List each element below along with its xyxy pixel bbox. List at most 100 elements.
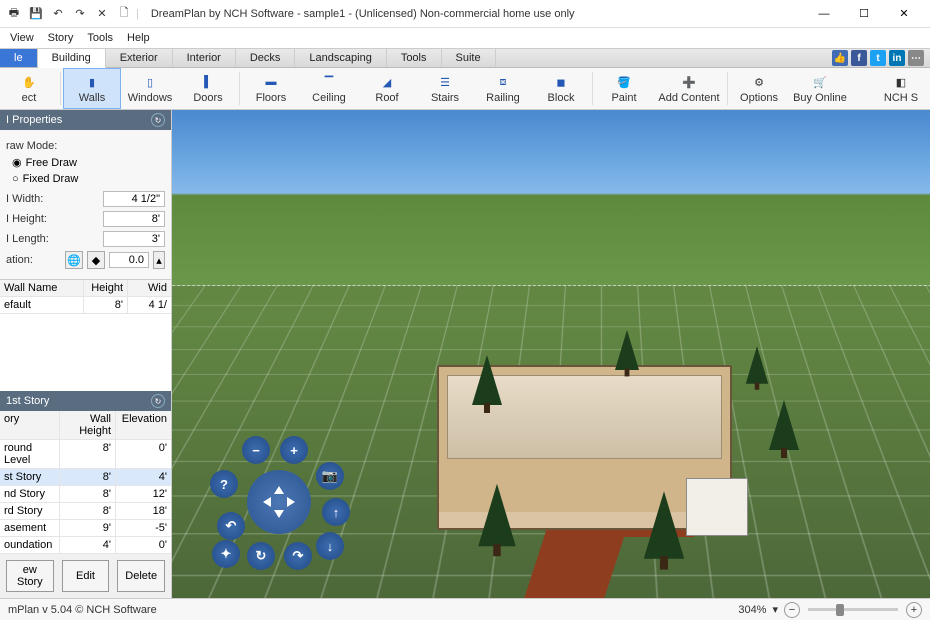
maximize-button[interactable]: ☐ xyxy=(844,2,884,26)
nav-pan-center[interactable] xyxy=(247,470,311,534)
ribbon-stairs[interactable]: ☰ Stairs xyxy=(416,68,474,109)
wall-height-label: I Height: xyxy=(6,213,103,225)
story-row[interactable]: rd Story8'18' xyxy=(0,503,171,520)
facebook-icon[interactable]: f xyxy=(851,50,867,66)
zoom-slider[interactable] xyxy=(808,608,898,611)
ribbon-roof[interactable]: ◢ Roof xyxy=(358,68,416,109)
zoom-dropdown-icon[interactable]: ▾ xyxy=(772,603,778,616)
nav-zoom-out-icon[interactable]: − xyxy=(242,436,270,464)
tab-file[interactable]: le xyxy=(0,49,38,67)
delete-story-button[interactable]: Delete xyxy=(117,560,165,592)
menu-view[interactable]: View xyxy=(10,32,34,44)
cart-icon: 🛒 xyxy=(810,73,830,91)
menu-tools[interactable]: Tools xyxy=(87,32,113,44)
ribbon-options[interactable]: ⚙ Options xyxy=(730,68,788,109)
rotation-input[interactable] xyxy=(109,252,149,268)
save-icon[interactable]: 💾 xyxy=(28,6,44,22)
ribbon-paint-label: Paint xyxy=(611,92,636,104)
tab-decks[interactable]: Decks xyxy=(236,49,296,67)
rotation-globe-icon[interactable]: 🌐 xyxy=(65,251,83,269)
redo-icon[interactable]: ↷ xyxy=(72,6,88,22)
new-story-button[interactable]: ew Story xyxy=(6,560,54,592)
tree-model xyxy=(769,400,799,450)
floor-icon: ▬ xyxy=(261,73,281,91)
tab-tools[interactable]: Tools xyxy=(387,49,442,67)
story-row[interactable]: oundation4'0' xyxy=(0,537,171,554)
ribbon-add-content[interactable]: ➕ Add Content xyxy=(653,68,725,109)
ribbon-buy-label: Buy Online xyxy=(793,92,847,104)
ribbon-paint[interactable]: 🪣 Paint xyxy=(595,68,653,109)
wall-height-cell: 8' xyxy=(83,297,127,313)
wall-height-input[interactable] xyxy=(103,211,165,227)
col-wall-height[interactable]: Wall Height xyxy=(59,411,115,439)
thumbs-up-icon[interactable]: 👍 xyxy=(832,50,848,66)
story-panel-title: 1st Story xyxy=(6,395,49,407)
menu-story[interactable]: Story xyxy=(48,32,74,44)
ribbon-walls[interactable]: ▮ Walls xyxy=(63,68,121,109)
zoom-in-button[interactable]: + xyxy=(906,602,922,618)
viewport-3d[interactable]: ? − + 📷 ↑ ↓ ↶ ✦ ↻ ↷ xyxy=(172,110,930,598)
radio-fixed-draw[interactable]: ○ Fixed Draw xyxy=(6,171,165,187)
ribbon-windows[interactable]: ▯ Windows xyxy=(121,68,179,109)
story-row[interactable]: st Story8'4' xyxy=(0,469,171,486)
share-icon[interactable]: ⋯ xyxy=(908,50,924,66)
ribbon-railing[interactable]: ⧈ Railing xyxy=(474,68,532,109)
ribbon-ceiling[interactable]: ▔ Ceiling xyxy=(300,68,358,109)
twitter-icon[interactable]: t xyxy=(870,50,886,66)
zoom-slider-thumb[interactable] xyxy=(836,604,844,616)
new-doc-icon[interactable]: 🗋 xyxy=(116,6,132,22)
nav-orbit-left-icon[interactable]: ↶ xyxy=(217,512,245,540)
ribbon-doors[interactable]: ▌ Doors xyxy=(179,68,237,109)
wall-width-cell: 4 1/ xyxy=(127,297,171,313)
wall-length-input[interactable] xyxy=(103,231,165,247)
tab-exterior[interactable]: Exterior xyxy=(106,49,173,67)
delete-icon[interactable]: ✕ xyxy=(94,6,110,22)
edit-story-button[interactable]: Edit xyxy=(62,560,110,592)
col-story[interactable]: ory xyxy=(0,411,59,439)
linkedin-icon[interactable]: in xyxy=(889,50,905,66)
title-bar: 🖶 💾 ↶ ↷ ✕ 🗋 | DreamPlan by NCH Software … xyxy=(0,0,930,28)
col-height[interactable]: Height xyxy=(83,280,127,296)
print-icon[interactable]: 🖶 xyxy=(6,6,22,22)
nav-help-icon[interactable]: ? xyxy=(210,470,238,498)
nav-down-icon[interactable]: ↓ xyxy=(316,532,344,560)
block-icon: ◼ xyxy=(551,73,571,91)
close-button[interactable]: ✕ xyxy=(884,2,924,26)
rotation-diamond-icon[interactable]: ◆ xyxy=(87,251,105,269)
story-row[interactable]: nd Story8'12' xyxy=(0,486,171,503)
tab-building[interactable]: Building xyxy=(38,49,106,68)
ribbon-floors[interactable]: ▬ Floors xyxy=(242,68,300,109)
story-row[interactable]: asement9'-5' xyxy=(0,520,171,537)
ribbon-select[interactable]: ✋ ect xyxy=(0,68,58,109)
story-refresh-icon[interactable]: ↻ xyxy=(151,394,165,408)
zoom-out-button[interactable]: − xyxy=(784,602,800,618)
ribbon-buy-online[interactable]: 🛒 Buy Online xyxy=(788,68,852,109)
tab-suite[interactable]: Suite xyxy=(442,49,496,67)
nav-compass-icon[interactable]: ✦ xyxy=(212,540,240,568)
wall-properties-title: I Properties xyxy=(6,114,62,126)
wall-properties-header: I Properties ↻ xyxy=(0,110,171,130)
col-width[interactable]: Wid xyxy=(127,280,171,296)
paint-icon: 🪣 xyxy=(614,73,634,91)
nav-up-icon[interactable]: ↑ xyxy=(322,498,350,526)
nav-orbit-right-icon[interactable]: ↷ xyxy=(284,542,312,570)
tab-landscaping[interactable]: Landscaping xyxy=(295,49,386,67)
nav-orbit-down-icon[interactable]: ↻ xyxy=(247,542,275,570)
rotation-spinner[interactable]: ▴ xyxy=(153,251,165,269)
tab-interior[interactable]: Interior xyxy=(173,49,236,67)
minimize-button[interactable]: — xyxy=(804,2,844,26)
col-wall-name[interactable]: Wall Name xyxy=(0,280,83,296)
undo-icon[interactable]: ↶ xyxy=(50,6,66,22)
col-elevation[interactable]: Elevation xyxy=(115,411,171,439)
story-row[interactable]: round Level8'0' xyxy=(0,440,171,469)
ribbon-nch-suite[interactable]: ◧ NCH S xyxy=(872,68,930,109)
nav-zoom-in-icon[interactable]: + xyxy=(280,436,308,464)
wall-width-input[interactable] xyxy=(103,191,165,207)
radio-free-draw[interactable]: ◉ Free Draw xyxy=(6,154,165,171)
menu-help[interactable]: Help xyxy=(127,32,150,44)
wall-row[interactable]: efault 8' 4 1/ xyxy=(0,297,171,314)
panel-refresh-icon[interactable]: ↻ xyxy=(151,113,165,127)
ceiling-icon: ▔ xyxy=(319,73,339,91)
ribbon-block[interactable]: ◼ Block xyxy=(532,68,590,109)
nav-camera-icon[interactable]: 📷 xyxy=(316,462,344,490)
